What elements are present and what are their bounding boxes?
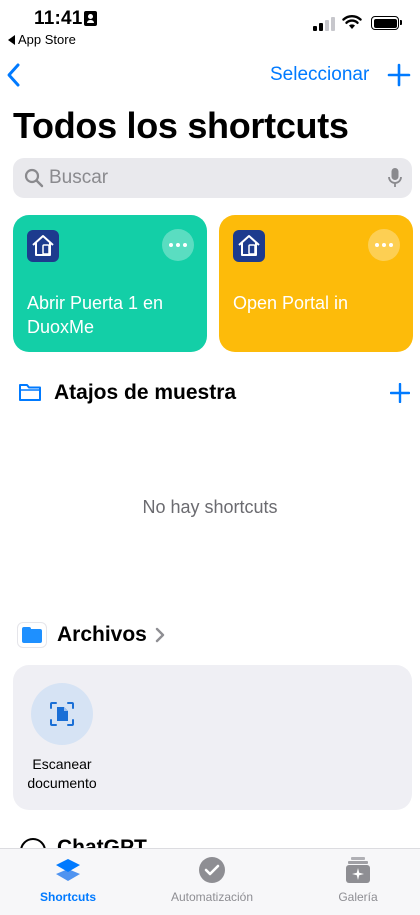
search-input[interactable]	[49, 167, 388, 189]
files-app-icon	[17, 622, 47, 648]
tab-label: Galería	[338, 890, 378, 904]
search-bar[interactable]	[13, 158, 412, 198]
contact-card-icon	[84, 11, 97, 26]
back-app-label: App Store	[18, 32, 76, 47]
chevron-right-icon[interactable]	[154, 626, 166, 644]
gallery-icon	[343, 855, 373, 885]
files-actions-panel: Escanear documento	[13, 665, 412, 810]
select-button[interactable]: Seleccionar	[270, 64, 369, 86]
folder-icon	[19, 384, 41, 401]
tab-automation[interactable]: Automatización	[152, 855, 272, 904]
scan-document-button[interactable]	[31, 683, 93, 745]
checkmark-clock-icon	[197, 855, 227, 885]
tab-gallery[interactable]: Galería	[298, 855, 418, 904]
search-icon	[24, 168, 44, 188]
shortcut-label: Open Portal in	[233, 293, 349, 313]
back-triangle-icon	[8, 34, 15, 45]
section-title-samples[interactable]: Atajos de muestra	[54, 381, 236, 405]
add-shortcut-icon[interactable]	[386, 62, 412, 88]
shortcut-card[interactable]: Open Portal in	[219, 215, 413, 352]
page-title: Todos los shortcuts	[13, 105, 349, 146]
scan-document-label: Escanear documento	[27, 756, 97, 791]
status-time: 11:41	[34, 8, 83, 29]
shortcut-card[interactable]: Abrir Puerta 1 en DuoxMe	[13, 215, 207, 352]
section-title-files[interactable]: Archivos	[57, 623, 147, 647]
document-scan-icon	[50, 702, 74, 726]
tab-label: Shortcuts	[39, 890, 96, 904]
shortcut-label: Abrir Puerta 1 en DuoxMe	[27, 293, 164, 337]
microphone-icon[interactable]	[388, 167, 402, 189]
layers-icon	[53, 855, 83, 885]
more-options-icon[interactable]	[368, 229, 400, 261]
add-to-folder-icon[interactable]	[390, 383, 410, 403]
more-options-icon[interactable]	[162, 229, 194, 261]
tab-label: Automatización	[170, 890, 254, 904]
tab-bar: Shortcuts Automatización Galería	[0, 848, 420, 915]
home-phone-app-icon	[233, 230, 265, 262]
battery-icon	[371, 16, 402, 30]
tab-shortcuts[interactable]: Shortcuts	[8, 855, 128, 904]
back-to-app-link[interactable]: App Store	[8, 32, 76, 47]
back-chevron-icon[interactable]	[4, 60, 24, 90]
empty-state-text: No hay shortcuts	[142, 497, 278, 517]
status-bar: 11:41 App Store	[0, 0, 420, 50]
cellular-signal-icon	[313, 17, 335, 31]
wifi-icon	[342, 15, 362, 29]
home-phone-app-icon	[27, 230, 59, 262]
